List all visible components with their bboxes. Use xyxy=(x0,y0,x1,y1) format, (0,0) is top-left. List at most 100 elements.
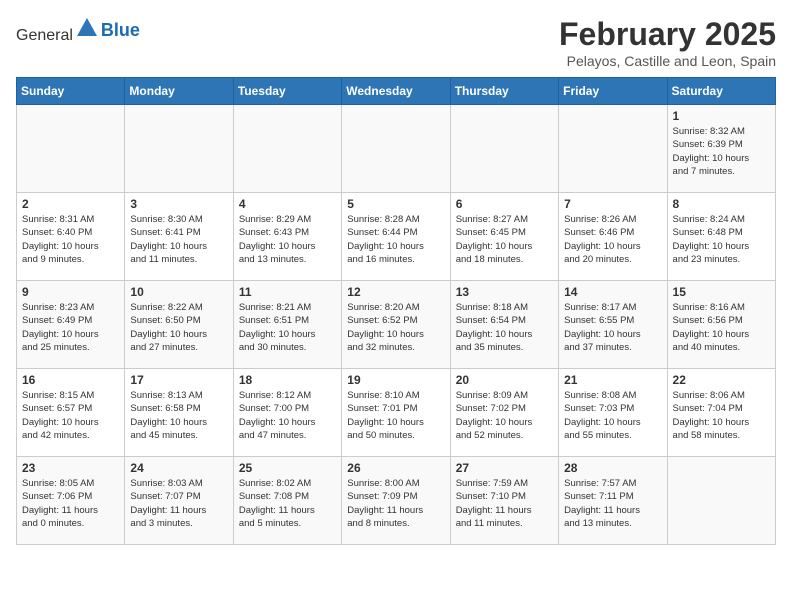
day-info: Sunrise: 8:06 AM Sunset: 7:04 PM Dayligh… xyxy=(673,389,770,442)
calendar-week-row: 9Sunrise: 8:23 AM Sunset: 6:49 PM Daylig… xyxy=(17,281,776,369)
calendar-cell: 13 Sunrise: 8:18 AM Sunset: 6:54 PM Dayli… xyxy=(450,281,558,369)
day-number: 9 xyxy=(22,285,119,299)
day-info: Sunrise: 8:12 AM Sunset: 7:00 PM Dayligh… xyxy=(239,389,336,442)
calendar-cell: 23 Sunrise: 8:05 AM Sunset: 7:06 PM Dayli… xyxy=(17,457,125,545)
calendar-week-row: 1 Sunrise: 8:32 AM Sunset: 6:39 PM Daylig… xyxy=(17,105,776,193)
day-info: Sunrise: 8:03 AM Sunset: 7:07 PM Dayligh… xyxy=(130,477,227,530)
day-info: Sunrise: 7:59 AM Sunset: 7:10 PM Dayligh… xyxy=(456,477,553,530)
calendar-cell: 20Sunrise: 8:09 AM Sunset: 7:02 PM Dayli… xyxy=(450,369,558,457)
day-info: Sunrise: 8:24 AM Sunset: 6:48 PM Dayligh… xyxy=(673,213,770,266)
calendar-cell: 28Sunrise: 7:57 AM Sunset: 7:11 PM Dayli… xyxy=(559,457,667,545)
weekday-header: Sunday xyxy=(17,78,125,105)
logo: General Blue xyxy=(16,16,140,45)
day-info: Sunrise: 8:31 AM Sunset: 6:40 PM Dayligh… xyxy=(22,213,119,266)
weekday-header: Tuesday xyxy=(233,78,341,105)
day-number: 14 xyxy=(564,285,661,299)
day-number: 19 xyxy=(347,373,444,387)
day-info: Sunrise: 8:22 AM Sunset: 6:50 PM Dayligh… xyxy=(130,301,227,354)
day-number: 25 xyxy=(239,461,336,475)
calendar-cell: 11 Sunrise: 8:21 AM Sunset: 6:51 PM Dayli… xyxy=(233,281,341,369)
day-number: 4 xyxy=(239,197,336,211)
day-number: 7 xyxy=(564,197,661,211)
day-info: Sunrise: 8:13 AM Sunset: 6:58 PM Dayligh… xyxy=(130,389,227,442)
calendar-cell: 1 Sunrise: 8:32 AM Sunset: 6:39 PM Daylig… xyxy=(667,105,775,193)
month-title: February 2025 xyxy=(559,16,776,53)
calendar-cell: 27 Sunrise: 7:59 AM Sunset: 7:10 PM Dayli… xyxy=(450,457,558,545)
day-number: 16 xyxy=(22,373,119,387)
calendar-cell xyxy=(450,105,558,193)
calendar-cell: 24 Sunrise: 8:03 AM Sunset: 7:07 PM Dayli… xyxy=(125,457,233,545)
day-number: 8 xyxy=(673,197,770,211)
calendar-week-row: 23 Sunrise: 8:05 AM Sunset: 7:06 PM Dayli… xyxy=(17,457,776,545)
day-number: 5 xyxy=(347,197,444,211)
day-info: Sunrise: 7:57 AM Sunset: 7:11 PM Dayligh… xyxy=(564,477,661,530)
calendar-cell xyxy=(233,105,341,193)
calendar-cell: 19 Sunrise: 8:10 AM Sunset: 7:01 PM Dayli… xyxy=(342,369,450,457)
day-number: 18 xyxy=(239,373,336,387)
day-number: 1 xyxy=(673,109,770,123)
day-info: Sunrise: 8:10 AM Sunset: 7:01 PM Dayligh… xyxy=(347,389,444,442)
day-info: Sunrise: 8:30 AM Sunset: 6:41 PM Dayligh… xyxy=(130,213,227,266)
calendar-cell: 25 Sunrise: 8:02 AM Sunset: 7:08 PM Dayli… xyxy=(233,457,341,545)
day-info: Sunrise: 8:17 AM Sunset: 6:55 PM Dayligh… xyxy=(564,301,661,354)
calendar-cell: 15 Sunrise: 8:16 AM Sunset: 6:56 PM Dayli… xyxy=(667,281,775,369)
day-number: 17 xyxy=(130,373,227,387)
day-info: Sunrise: 8:15 AM Sunset: 6:57 PM Dayligh… xyxy=(22,389,119,442)
day-number: 15 xyxy=(673,285,770,299)
day-number: 22 xyxy=(673,373,770,387)
day-number: 3 xyxy=(130,197,227,211)
day-info: Sunrise: 8:27 AM Sunset: 6:45 PM Dayligh… xyxy=(456,213,553,266)
day-number: 10 xyxy=(130,285,227,299)
day-number: 6 xyxy=(456,197,553,211)
weekday-header: Thursday xyxy=(450,78,558,105)
day-info: Sunrise: 8:28 AM Sunset: 6:44 PM Dayligh… xyxy=(347,213,444,266)
day-info: Sunrise: 8:32 AM Sunset: 6:39 PM Dayligh… xyxy=(673,125,770,178)
day-number: 27 xyxy=(456,461,553,475)
calendar-cell: 8 Sunrise: 8:24 AM Sunset: 6:48 PM Daylig… xyxy=(667,193,775,281)
calendar-cell: 12 Sunrise: 8:20 AM Sunset: 6:52 PM Dayli… xyxy=(342,281,450,369)
calendar-cell: 10 Sunrise: 8:22 AM Sunset: 6:50 PM Dayli… xyxy=(125,281,233,369)
calendar-cell: 21Sunrise: 8:08 AM Sunset: 7:03 PM Dayli… xyxy=(559,369,667,457)
day-info: Sunrise: 8:21 AM Sunset: 6:51 PM Dayligh… xyxy=(239,301,336,354)
calendar-cell: 6 Sunrise: 8:27 AM Sunset: 6:45 PM Daylig… xyxy=(450,193,558,281)
logo-icon xyxy=(75,16,99,40)
day-info: Sunrise: 8:20 AM Sunset: 6:52 PM Dayligh… xyxy=(347,301,444,354)
location-subtitle: Pelayos, Castille and Leon, Spain xyxy=(559,53,776,69)
calendar-cell: 3 Sunrise: 8:30 AM Sunset: 6:41 PM Daylig… xyxy=(125,193,233,281)
calendar-cell: 17 Sunrise: 8:13 AM Sunset: 6:58 PM Dayli… xyxy=(125,369,233,457)
calendar-week-row: 16 Sunrise: 8:15 AM Sunset: 6:57 PM Dayli… xyxy=(17,369,776,457)
title-block: February 2025 Pelayos, Castille and Leon… xyxy=(559,16,776,69)
day-number: 2 xyxy=(22,197,119,211)
day-number: 21 xyxy=(564,373,661,387)
day-info: Sunrise: 8:02 AM Sunset: 7:08 PM Dayligh… xyxy=(239,477,336,530)
day-info: Sunrise: 8:00 AM Sunset: 7:09 PM Dayligh… xyxy=(347,477,444,530)
weekday-header: Saturday xyxy=(667,78,775,105)
day-info: Sunrise: 8:16 AM Sunset: 6:56 PM Dayligh… xyxy=(673,301,770,354)
day-info: Sunrise: 8:29 AM Sunset: 6:43 PM Dayligh… xyxy=(239,213,336,266)
day-number: 12 xyxy=(347,285,444,299)
day-number: 13 xyxy=(456,285,553,299)
day-info: Sunrise: 8:09 AM Sunset: 7:02 PM Dayligh… xyxy=(456,389,553,442)
calendar-cell xyxy=(342,105,450,193)
calendar-cell: 4 Sunrise: 8:29 AM Sunset: 6:43 PM Daylig… xyxy=(233,193,341,281)
calendar-cell: 18 Sunrise: 8:12 AM Sunset: 7:00 PM Dayli… xyxy=(233,369,341,457)
day-info: Sunrise: 8:05 AM Sunset: 7:06 PM Dayligh… xyxy=(22,477,119,530)
logo-blue: Blue xyxy=(101,20,140,40)
calendar-cell xyxy=(559,105,667,193)
day-number: 11 xyxy=(239,285,336,299)
calendar-table: SundayMondayTuesdayWednesdayThursdayFrid… xyxy=(16,77,776,545)
weekday-header: Wednesday xyxy=(342,78,450,105)
page-header: General Blue February 2025 Pelayos, Cast… xyxy=(16,16,776,69)
day-number: 26 xyxy=(347,461,444,475)
calendar-cell: 14 Sunrise: 8:17 AM Sunset: 6:55 PM Dayli… xyxy=(559,281,667,369)
day-info: Sunrise: 8:18 AM Sunset: 6:54 PM Dayligh… xyxy=(456,301,553,354)
day-number: 23 xyxy=(22,461,119,475)
calendar-cell: 9Sunrise: 8:23 AM Sunset: 6:49 PM Daylig… xyxy=(17,281,125,369)
weekday-header: Friday xyxy=(559,78,667,105)
calendar-cell: 7Sunrise: 8:26 AM Sunset: 6:46 PM Daylig… xyxy=(559,193,667,281)
calendar-cell xyxy=(125,105,233,193)
logo-general: General xyxy=(16,27,73,44)
calendar-cell: 16 Sunrise: 8:15 AM Sunset: 6:57 PM Dayli… xyxy=(17,369,125,457)
day-number: 24 xyxy=(130,461,227,475)
calendar-cell: 2 Sunrise: 8:31 AM Sunset: 6:40 PM Daylig… xyxy=(17,193,125,281)
